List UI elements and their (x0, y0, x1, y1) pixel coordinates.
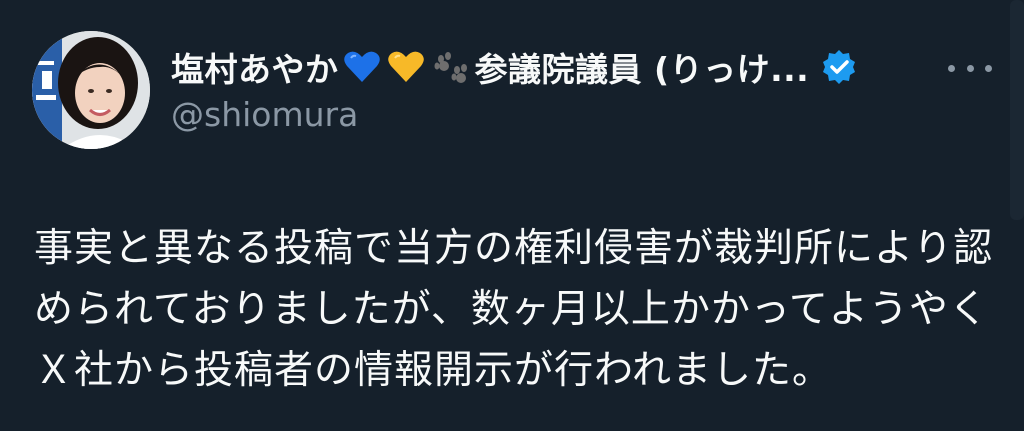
name-row: 塩村あやか 参議院議員 (りっけ... (171, 42, 859, 92)
tweet-body: 事実と異なる投稿で当方の権利侵害が裁判所により認められておりましたが、数ヶ月以上… (34, 226, 994, 393)
dot (985, 64, 992, 72)
dot (948, 64, 955, 72)
yellow-heart-icon (385, 46, 427, 88)
blue-heart-icon (341, 46, 383, 88)
verified-badge-icon (819, 47, 859, 87)
more-options-icon[interactable] (948, 58, 992, 78)
dot (966, 64, 974, 72)
user-handle[interactable]: @shiomura (171, 95, 358, 134)
scrollbar[interactable] (1010, 0, 1024, 220)
avatar[interactable] (32, 31, 150, 149)
tweet-card: 塩村あやか 参議院議員 (りっけ... @shiomura 事実と異なる投稿で当… (0, 0, 1024, 431)
paw-prints-icon (429, 46, 471, 88)
display-name[interactable]: 塩村あやか (171, 43, 339, 91)
display-name-rest[interactable]: 参議院議員 (りっけ... (475, 43, 810, 91)
